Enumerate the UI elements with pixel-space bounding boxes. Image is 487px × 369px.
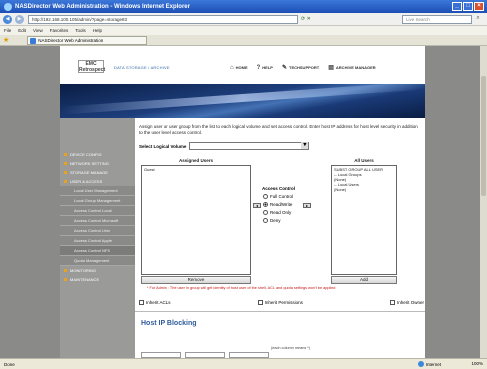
inherit-owner-checkbox[interactable]	[389, 300, 395, 305]
sidebar-sub-ac-microsoft[interactable]: Access Control Microsoft	[60, 216, 135, 226]
menu-file[interactable]: File	[4, 28, 11, 33]
back-button[interactable]: ◀	[3, 14, 12, 24]
sidebar-sub-ac-apple[interactable]: Access Control Apple	[60, 236, 135, 246]
move-right-arrow-icon[interactable]: ▸	[303, 203, 311, 208]
help-icon: ?	[256, 64, 261, 71]
zoom-level[interactable]: 100%	[471, 361, 483, 366]
sidebar-item-network-setting[interactable]: NETWORK SETTING	[60, 159, 135, 168]
footnote-text: * For Admin : The user in group will get…	[147, 286, 336, 290]
tab-label: NASDirector Web Administration	[38, 37, 104, 43]
logical-volume-select[interactable]	[189, 142, 310, 150]
volume-row: Select Logical Volume	[139, 142, 310, 150]
host-ip-blocking-title: Host IP Blocking	[141, 320, 197, 327]
all-users-title: All Users	[354, 158, 374, 163]
menu-favorites[interactable]: Favorites	[50, 28, 69, 33]
main-content: Assign user or user group from the list …	[135, 118, 425, 358]
tab-page-icon	[30, 37, 37, 44]
globe-icon	[417, 361, 424, 367]
nas-admin-page: EMC Retrospect DATA STORAGE / ARCHIVE ⌂ H…	[60, 46, 425, 358]
address-bar: ◀ ▶ http://192.168.100.105/admin/?page=s…	[0, 13, 487, 26]
vertical-scrollbar[interactable]	[480, 46, 487, 358]
assigned-users-list[interactable]: Guest	[141, 165, 251, 275]
browser-tab[interactable]: NASDirector Web Administration	[27, 35, 148, 45]
add-button[interactable]: Add	[331, 276, 397, 284]
divider	[135, 311, 425, 312]
tagline: DATA STORAGE / ARCHIVE	[114, 65, 170, 70]
search-icon[interactable]: ⌕	[473, 15, 483, 24]
sidebar-item-storage-manage[interactable]: STORAGE MANAGE	[60, 168, 135, 177]
remove-button[interactable]: Remove	[141, 276, 251, 284]
inherit-owner[interactable]: Inherit Owner	[389, 300, 424, 305]
window-title: NASDirector Web Administration - Windows…	[15, 3, 190, 10]
page-header: EMC Retrospect DATA STORAGE / ARCHIVE ⌂ H…	[60, 46, 425, 84]
assigned-users-title: Assigned Users	[178, 158, 213, 163]
inherit-acls[interactable]: Inherit ACLs	[139, 300, 171, 305]
security-zone: Internet	[417, 361, 441, 367]
sidebar-sub-ac-local[interactable]: Access Control Local	[60, 206, 135, 216]
refresh-icon[interactable]: ⟳ ✕	[301, 16, 311, 22]
radio-read-write[interactable]	[263, 202, 268, 207]
logo-line2: Retrospect	[79, 67, 106, 73]
url-field[interactable]: http://192.168.100.105/admin/?page=stora…	[28, 14, 298, 24]
menu-view[interactable]: View	[33, 28, 43, 33]
inherit-permissions-checkbox[interactable]	[257, 300, 263, 305]
nav-home[interactable]: ⌂ HOME	[230, 64, 248, 71]
scrollbar-thumb[interactable]	[481, 76, 486, 196]
wrench-icon: ✎	[281, 65, 287, 71]
status-bar: Done Internet 100%	[0, 358, 487, 369]
nav-archive-manager[interactable]: ▤ ARCHIVE MANAGER	[328, 64, 375, 71]
close-button[interactable]: ×	[474, 2, 484, 11]
host-ip-note: (each column means *)	[271, 346, 311, 350]
access-read-write[interactable]: Read/Write	[263, 202, 292, 207]
sidebar-sub-local-user[interactable]: Local User Management	[60, 186, 135, 196]
list-item[interactable]: (None)	[334, 187, 394, 192]
top-nav: ⌂ HOME ? HELP ✎ TECHSUPPORT ▤ ARCHIVE MANAGE…	[230, 64, 376, 72]
volume-label: Select Logical Volume	[139, 143, 187, 149]
search-input[interactable]: Live Search	[402, 15, 472, 24]
access-deny[interactable]: Deny	[263, 218, 281, 223]
minimize-button[interactable]: _	[452, 2, 462, 11]
list-item[interactable]: Guest	[144, 167, 248, 172]
tab-bar: ★ NASDirector Web Administration	[0, 35, 487, 46]
status-text: Done	[4, 361, 15, 367]
inherit-checkboxes: Inherit ACLs Inherit Permissions Inherit…	[139, 300, 424, 305]
forward-button[interactable]: ▶	[15, 14, 24, 24]
sidebar: DEVICE CONFIG NETWORK SETTING STORAGE MA…	[60, 118, 135, 358]
sidebar-sub-local-group[interactable]: Local Group Management	[60, 196, 135, 206]
radio-deny[interactable]	[263, 218, 268, 223]
radio-full-control[interactable]	[263, 194, 268, 199]
menu-tools[interactable]: Tools	[75, 28, 86, 33]
access-full-control[interactable]: Full Control	[263, 194, 293, 199]
all-users-list[interactable]: SUBST GROUP ALL USER -- Local Groups (No…	[331, 165, 397, 275]
sidebar-item-user-access[interactable]: USER & ACCESS	[60, 177, 135, 186]
sidebar-sub-quota[interactable]: Quota Management	[60, 256, 135, 266]
page-viewport: EMC Retrospect DATA STORAGE / ARCHIVE ⌂ H…	[0, 46, 480, 358]
menu-bar: File Edit View Favorites Tools Help	[0, 26, 487, 35]
archive-icon: ▤	[328, 65, 334, 71]
favorites-star-icon[interactable]: ★	[3, 36, 9, 44]
inherit-acls-checkbox[interactable]	[139, 300, 144, 305]
banner-image	[60, 81, 425, 118]
sidebar-item-maintenance[interactable]: MAINTENANCE	[60, 275, 135, 284]
logo: EMC Retrospect	[78, 60, 106, 73]
menu-edit[interactable]: Edit	[18, 28, 26, 33]
instructions-text: Assign user or user group from the list …	[139, 124, 418, 135]
ie-icon	[4, 2, 12, 11]
sidebar-sub-ac-unix[interactable]: Access Control Unix	[60, 226, 135, 236]
nav-help[interactable]: ? HELP	[257, 64, 273, 71]
sidebar-item-device-config[interactable]: DEVICE CONFIG	[60, 150, 135, 159]
nav-techsupport[interactable]: ✎ TECHSUPPORT	[282, 64, 319, 71]
radio-read-only[interactable]	[263, 210, 268, 215]
home-icon: ⌂	[230, 64, 234, 71]
sidebar-sub-ac-nfs[interactable]: Access Control NFS	[60, 246, 135, 256]
inherit-permissions[interactable]: Inherit Permissions	[257, 300, 303, 305]
maximize-button[interactable]: □	[463, 2, 473, 11]
menu-help[interactable]: Help	[93, 28, 102, 33]
window-title-bar: NASDirector Web Administration - Windows…	[0, 0, 487, 13]
access-control-title: Access Control	[262, 186, 296, 191]
access-read-only[interactable]: Read Only	[263, 210, 291, 215]
sidebar-item-monitoring[interactable]: MONITORING	[60, 266, 135, 275]
move-left-arrow-icon[interactable]: ◂	[253, 203, 261, 208]
